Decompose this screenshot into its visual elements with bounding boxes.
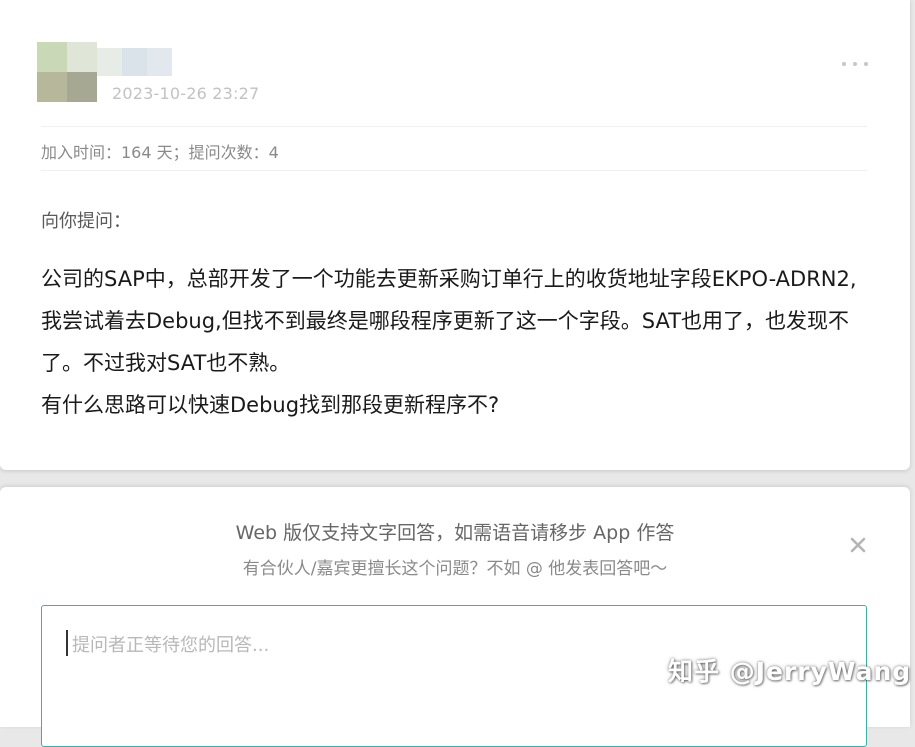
answer-placeholder: 提问者正等待您的回答...	[72, 635, 270, 656]
close-icon[interactable]	[848, 535, 868, 555]
question-card: 2023-10-26 23:27 加入时间：164 天；提问次数：4 向你提问：…	[0, 0, 910, 470]
web-text-only-notice: Web 版仅支持文字回答，如需语音请移步 App 作答	[235, 522, 675, 544]
text-caret	[66, 630, 68, 656]
question-timestamp: 2023-10-26 23:27	[112, 84, 260, 103]
divider	[41, 126, 867, 127]
divider	[41, 170, 867, 171]
avatar[interactable]	[37, 42, 97, 102]
asker-join-info: 加入时间：164 天；提问次数：4	[41, 143, 279, 162]
question-paragraph: 有什么思路可以快速Debug找到那段更新程序不?	[41, 393, 500, 417]
answer-card: Web 版仅支持文字回答，如需语音请移步 App 作答 有合伙人/嘉宾更擅长这个…	[0, 487, 910, 747]
question-body: 公司的SAP中，总部开发了一个功能去更新采购订单行上的收货地址字段EKPO-AD…	[41, 258, 871, 426]
question-paragraph: 公司的SAP中，总部开发了一个功能去更新采购订单行上的收货地址字段EKPO-AD…	[41, 267, 857, 375]
more-dots-icon[interactable]	[842, 56, 868, 72]
ask-label: 向你提问：	[41, 211, 131, 232]
zhihu-watermark: 知乎 @JerryWang	[668, 657, 912, 686]
invite-hint[interactable]: 有合伙人/嘉宾更擅长这个问题？不如 @ 他发表回答吧～	[0, 554, 910, 579]
asker-name-blurred[interactable]	[97, 48, 172, 76]
